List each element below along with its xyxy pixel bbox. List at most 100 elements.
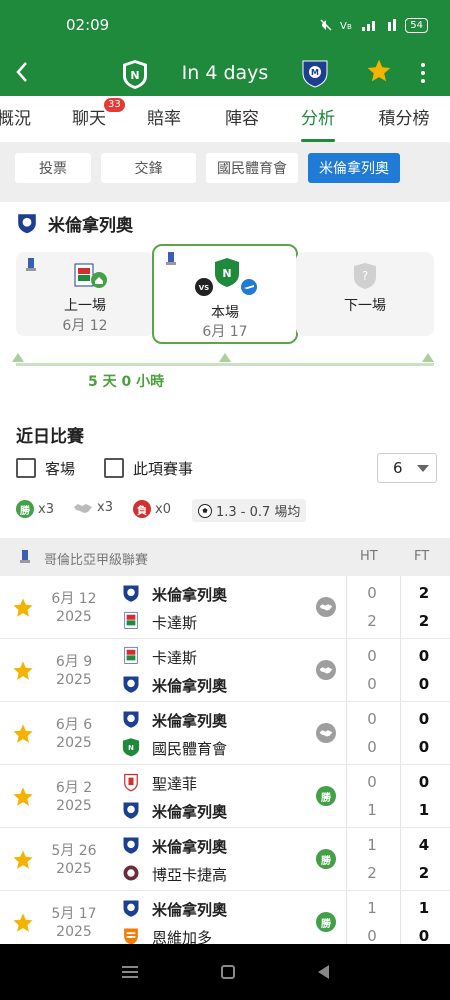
subtab-away-team[interactable]: 米倫拿列奧 (308, 153, 400, 183)
once-caldas-crest-icon (124, 611, 138, 629)
away-team-crest-icon[interactable]: M (300, 57, 330, 89)
win-result-icon: 勝 (316, 912, 336, 932)
svg-text:M: M (311, 68, 319, 77)
ft-away-score: 2 (418, 612, 430, 630)
tab-analysis[interactable]: 分析 (301, 96, 335, 142)
caret-down-icon (416, 464, 429, 472)
subtab-head-to-head[interactable]: 交鋒 (101, 153, 196, 183)
home-icon[interactable] (220, 965, 235, 979)
match-cards: 上一場 6月 12 N VS 本場 6月 17 ? 下一場 (0, 244, 450, 359)
previous-match-card[interactable]: 上一場 6月 12 (16, 252, 154, 336)
ht-away-score: 0 (367, 738, 377, 756)
recent-matches-section: 近日比賽 客場 此項賽事 6 勝 x3 x3 負 x0 1.3 - 0.7 場均… (0, 404, 450, 954)
ht-home-score: 0 (367, 647, 377, 665)
home-venue-icon (91, 272, 107, 288)
vs-icon: VS (195, 278, 213, 296)
match-row[interactable]: 6月 9 2025 卡達斯 米倫拿列奧 0 0 0 0 (0, 639, 450, 702)
draws-summary: x3 (73, 500, 113, 515)
draws-count: x3 (97, 500, 113, 515)
back-button[interactable] (0, 49, 44, 98)
more-options-icon[interactable] (412, 50, 434, 96)
subtab-home-team[interactable]: 國民體育會 (206, 153, 298, 183)
ft-home-score: 1 (418, 899, 430, 917)
match-row[interactable]: 6月 12 2025 米倫拿列奧 卡達斯 0 2 2 2 (0, 576, 450, 639)
favorite-match-star-icon[interactable] (12, 786, 34, 808)
away-team-name: 博亞卡捷高 (152, 866, 228, 884)
league-header: 哥倫比亞甲級聯賽 HT FT (0, 538, 450, 576)
current-match-card[interactable]: N VS 本場 6月 17 (152, 244, 298, 344)
next-match-label: 下一場 (344, 298, 386, 314)
league-logo-icon (26, 258, 36, 271)
match-row[interactable]: 6月 2 2025 聖達菲 米倫拿列奧 勝 0 1 0 1 (0, 765, 450, 828)
match-list: 6月 12 2025 米倫拿列奧 卡達斯 0 2 2 2 6月 9 2025 卡達斯 米倫拿列奧 0 0 0… (0, 576, 450, 954)
ft-away-score: 0 (418, 927, 430, 945)
match-year: 2025 (56, 609, 92, 625)
recent-apps-icon[interactable] (121, 966, 138, 978)
draw-result-icon (316, 723, 336, 743)
current-match-date: 6月 17 (202, 324, 248, 340)
match-year: 2025 (56, 924, 92, 940)
favorite-match-star-icon[interactable] (12, 597, 34, 619)
recent-title: 近日比賽 (16, 427, 84, 447)
favorite-match-star-icon[interactable] (12, 849, 34, 871)
svg-text:B: B (347, 23, 352, 31)
ft-home-score: 0 (418, 773, 430, 791)
ft-home-score: 0 (418, 710, 430, 728)
back-icon[interactable] (317, 965, 329, 979)
ht-away-score: 0 (367, 675, 377, 693)
tab-overview[interactable]: 概況 (0, 96, 31, 142)
match-date: 5月 26 (51, 843, 97, 859)
svg-text:VS: VS (199, 284, 209, 292)
home-team-name: 米倫拿列奧 (152, 586, 228, 604)
column-divider (400, 702, 401, 764)
ht-home-score: 1 (367, 836, 377, 854)
next-match-card[interactable]: ? 下一場 (296, 252, 434, 336)
tab-chat[interactable]: 聊天 (72, 96, 106, 142)
home-team-crest-icon[interactable]: N (121, 58, 149, 90)
status-bar: 02:09 VB 54 (0, 0, 450, 50)
ft-home-score: 4 (418, 836, 430, 854)
millonarios-crest-icon (123, 837, 139, 854)
subtab-vote[interactable]: 投票 (15, 153, 91, 183)
match-count-select[interactable]: 6 (377, 453, 437, 483)
svg-text:N: N (128, 744, 134, 752)
loss-icon: 負 (133, 500, 151, 518)
once-caldas-crest-icon (124, 646, 138, 664)
status-icons: VB 54 (319, 17, 428, 33)
away-team-name: 米倫拿列奧 (152, 677, 228, 695)
same-competition-checkbox[interactable] (104, 458, 124, 478)
draw-result-icon (316, 660, 336, 680)
volte-icon: VB (340, 21, 352, 32)
favorite-match-star-icon[interactable] (12, 912, 34, 934)
match-date: 6月 2 (55, 780, 93, 796)
status-time: 02:09 (66, 16, 110, 34)
tab-standings[interactable]: 積分榜 (379, 96, 430, 142)
app-bar: N In 4 days M (0, 50, 450, 96)
league-logo-icon (20, 550, 30, 563)
match-row[interactable]: 5月 26 2025 米倫拿列奧 博亞卡捷高 勝 1 2 4 2 (0, 828, 450, 891)
soccer-ball-icon (198, 503, 212, 518)
chat-badge: 33 (104, 98, 125, 112)
ft-away-score: 2 (418, 864, 430, 882)
chevron-left-icon (16, 61, 27, 82)
millonarios-crest-icon (18, 214, 36, 234)
millonarios-crest-icon (123, 585, 139, 602)
away-only-checkbox[interactable] (16, 458, 36, 478)
match-year: 2025 (56, 672, 92, 688)
mute-icon (320, 19, 332, 31)
envigado-crest-icon (124, 928, 138, 945)
ht-away-score: 2 (367, 864, 377, 882)
away-team-name: 卡達斯 (152, 614, 198, 632)
ht-home-score: 0 (367, 584, 377, 602)
favorite-match-star-icon[interactable] (12, 660, 34, 682)
current-match-label: 本場 (211, 305, 239, 321)
favorite-star-icon[interactable] (366, 58, 392, 84)
favorite-match-star-icon[interactable] (12, 723, 34, 745)
millonarios-crest-icon (123, 900, 139, 917)
losses-count: x0 (155, 501, 171, 517)
tab-lineup[interactable]: 陣容 (225, 96, 259, 142)
column-divider (400, 765, 401, 827)
tab-odds[interactable]: 賠率 (147, 96, 181, 142)
match-row[interactable]: 6月 6 2025 米倫拿列奧 N 國民體育會 0 0 0 0 (0, 702, 450, 765)
countdown-text: 5 天 0 小時 (88, 374, 165, 390)
